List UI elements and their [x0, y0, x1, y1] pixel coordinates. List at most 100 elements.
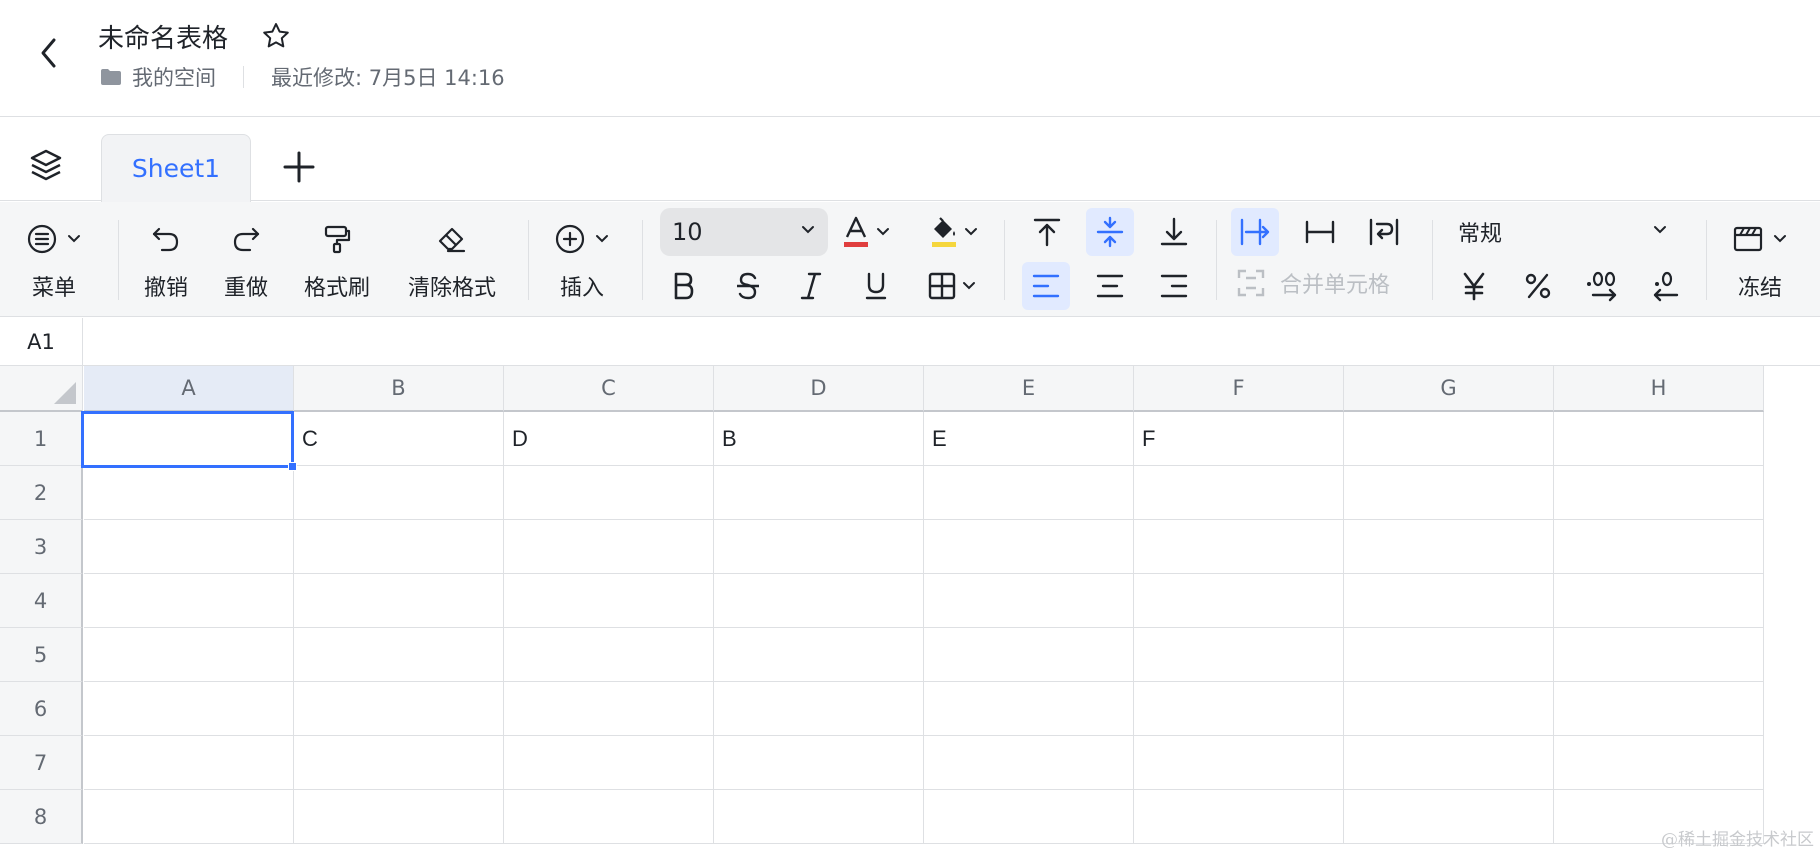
- row-header-8[interactable]: 8: [0, 790, 83, 844]
- cell-h6[interactable]: [1554, 682, 1764, 736]
- cell-c1[interactable]: D: [504, 412, 714, 466]
- clear-format-button[interactable]: 清除格式: [408, 220, 496, 304]
- cell-h4[interactable]: [1554, 574, 1764, 628]
- column-header-a[interactable]: A: [84, 366, 294, 412]
- column-header-c[interactable]: C: [504, 366, 714, 412]
- cell-e6[interactable]: [924, 682, 1134, 736]
- cell-f8[interactable]: [1134, 790, 1344, 844]
- currency-format-button[interactable]: [1452, 264, 1496, 308]
- cell-g2[interactable]: [1344, 466, 1554, 520]
- cell-g3[interactable]: [1344, 520, 1554, 574]
- column-header-e[interactable]: E: [924, 366, 1134, 412]
- row-header-5[interactable]: 5: [0, 628, 83, 682]
- cell-a3[interactable]: [84, 520, 294, 574]
- cell-f4[interactable]: [1134, 574, 1344, 628]
- favorite-star-button[interactable]: [261, 21, 291, 51]
- freeze-button[interactable]: 冻结: [1732, 220, 1788, 304]
- cell-e2[interactable]: [924, 466, 1134, 520]
- cell-c6[interactable]: [504, 682, 714, 736]
- cell-h5[interactable]: [1554, 628, 1764, 682]
- text-wrap-button[interactable]: [1360, 208, 1408, 256]
- cell-b8[interactable]: [294, 790, 504, 844]
- cell-h3[interactable]: [1554, 520, 1764, 574]
- align-middle-button[interactable]: [1086, 208, 1134, 256]
- undo-button[interactable]: 撤销: [144, 220, 188, 304]
- location-link[interactable]: 我的空间: [132, 62, 216, 92]
- row-header-2[interactable]: 2: [0, 466, 83, 520]
- cell-e3[interactable]: [924, 520, 1134, 574]
- cell-c4[interactable]: [504, 574, 714, 628]
- cell-g5[interactable]: [1344, 628, 1554, 682]
- row-header-4[interactable]: 4: [0, 574, 83, 628]
- cell-reference[interactable]: A1: [0, 318, 83, 365]
- increase-decimal-button[interactable]: [1580, 264, 1624, 308]
- cell-b2[interactable]: [294, 466, 504, 520]
- cell-e4[interactable]: [924, 574, 1134, 628]
- cell-a2[interactable]: [84, 466, 294, 520]
- cell-e1[interactable]: E: [924, 412, 1134, 466]
- text-color-button[interactable]: [834, 210, 898, 254]
- cell-f6[interactable]: [1134, 682, 1344, 736]
- cell-a8[interactable]: [84, 790, 294, 844]
- cell-a7[interactable]: [84, 736, 294, 790]
- decrease-decimal-button[interactable]: [1644, 264, 1688, 308]
- cell-d7[interactable]: [714, 736, 924, 790]
- column-header-h[interactable]: H: [1554, 366, 1764, 412]
- cell-b3[interactable]: [294, 520, 504, 574]
- cell-f5[interactable]: [1134, 628, 1344, 682]
- select-all-corner[interactable]: [0, 366, 83, 412]
- cell-a1[interactable]: [84, 412, 294, 466]
- format-painter-button[interactable]: 格式刷: [304, 220, 370, 304]
- row-header-1[interactable]: 1: [0, 412, 83, 466]
- cell-h7[interactable]: [1554, 736, 1764, 790]
- cell-c5[interactable]: [504, 628, 714, 682]
- align-right-button[interactable]: [1150, 262, 1198, 310]
- cell-a5[interactable]: [84, 628, 294, 682]
- formula-input[interactable]: [84, 318, 1820, 365]
- menu-button[interactable]: 菜单: [26, 220, 82, 304]
- cell-g6[interactable]: [1344, 682, 1554, 736]
- back-button[interactable]: [32, 30, 68, 76]
- cell-d1[interactable]: B: [714, 412, 924, 466]
- cell-b7[interactable]: [294, 736, 504, 790]
- cell-d5[interactable]: [714, 628, 924, 682]
- cell-f1[interactable]: F: [1134, 412, 1344, 466]
- borders-button[interactable]: [918, 264, 986, 308]
- cell-c2[interactable]: [504, 466, 714, 520]
- add-sheet-button[interactable]: [280, 148, 318, 186]
- redo-button[interactable]: 重做: [224, 220, 268, 304]
- column-header-d[interactable]: D: [714, 366, 924, 412]
- cell-a4[interactable]: [84, 574, 294, 628]
- cell-f3[interactable]: [1134, 520, 1344, 574]
- italic-button[interactable]: [789, 264, 833, 308]
- cell-g4[interactable]: [1344, 574, 1554, 628]
- strikethrough-button[interactable]: [726, 264, 770, 308]
- underline-button[interactable]: [854, 264, 898, 308]
- cell-f2[interactable]: [1134, 466, 1344, 520]
- tab-sheet1[interactable]: Sheet1: [101, 134, 251, 202]
- row-header-7[interactable]: 7: [0, 736, 83, 790]
- cell-b6[interactable]: [294, 682, 504, 736]
- font-size-select[interactable]: 10: [660, 208, 828, 256]
- cell-b5[interactable]: [294, 628, 504, 682]
- column-header-b[interactable]: B: [294, 366, 504, 412]
- cell-c7[interactable]: [504, 736, 714, 790]
- fill-color-button[interactable]: [922, 210, 986, 254]
- cell-d6[interactable]: [714, 682, 924, 736]
- cell-b4[interactable]: [294, 574, 504, 628]
- cell-e7[interactable]: [924, 736, 1134, 790]
- cell-b1[interactable]: C: [294, 412, 504, 466]
- document-title[interactable]: 未命名表格: [98, 18, 228, 55]
- bold-button[interactable]: [661, 264, 705, 308]
- text-clip-button[interactable]: [1296, 208, 1344, 256]
- column-header-g[interactable]: G: [1344, 366, 1554, 412]
- column-header-f[interactable]: F: [1134, 366, 1344, 412]
- align-bottom-button[interactable]: [1150, 208, 1198, 256]
- cell-c8[interactable]: [504, 790, 714, 844]
- row-header-3[interactable]: 3: [0, 520, 83, 574]
- cell-f7[interactable]: [1134, 736, 1344, 790]
- cell-d3[interactable]: [714, 520, 924, 574]
- cell-d2[interactable]: [714, 466, 924, 520]
- insert-button[interactable]: 插入: [554, 220, 610, 304]
- cell-a6[interactable]: [84, 682, 294, 736]
